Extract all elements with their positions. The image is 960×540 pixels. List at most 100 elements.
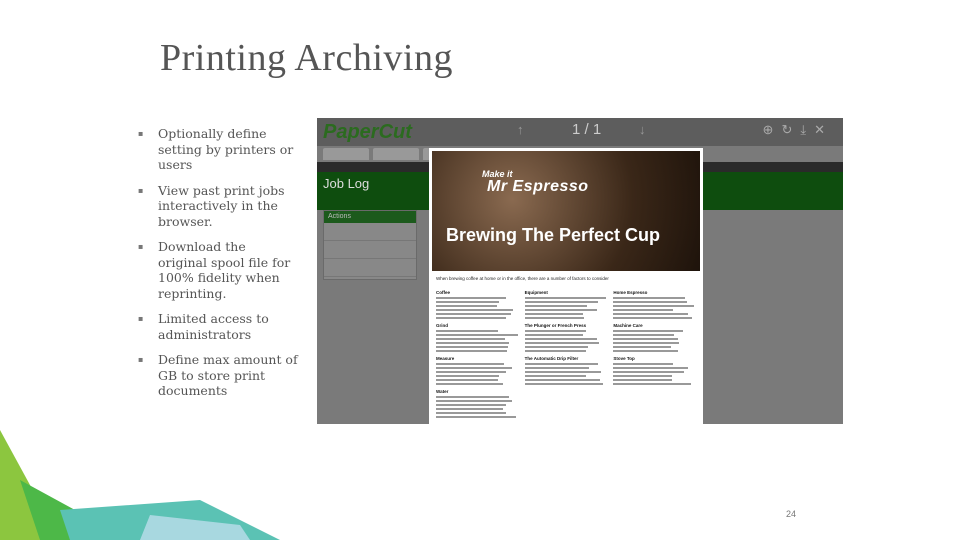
text-line (613, 350, 678, 352)
text-line (436, 346, 508, 348)
text-line (525, 379, 600, 381)
text-line (525, 297, 606, 299)
text-line (525, 346, 588, 348)
section-heading: Stove Top (613, 356, 696, 361)
section-heading: Equipment (525, 290, 608, 295)
text-line (436, 379, 498, 381)
slide-title: Printing Archiving (160, 36, 453, 80)
text-line (525, 330, 586, 332)
text-line (436, 404, 506, 406)
document-columns: Coffee Grind Measure Water Equipment The Plun… (432, 286, 700, 418)
viewer-toolbar: PaperCut ↑ 1 / 1 ↓ ⊕↻⤓✕ (317, 118, 843, 146)
bullet-item: Optionally define setting by printers or… (138, 126, 298, 173)
actions-header: Actions (324, 211, 416, 223)
headline: Brewing The Perfect Cup (446, 225, 660, 245)
text-line (436, 400, 512, 402)
text-line (436, 371, 506, 373)
text-line (436, 367, 512, 369)
text-line (436, 309, 513, 311)
bullet-item: Limited access to administrators (138, 311, 298, 342)
text-line (613, 379, 671, 381)
text-line (436, 416, 516, 418)
text-line (613, 383, 691, 385)
bullet-item: View past print jobs interactively in th… (138, 183, 298, 230)
doc-column: Coffee Grind Measure Water (436, 286, 519, 418)
text-line (613, 363, 672, 365)
text-line (525, 375, 586, 377)
brand-name: Mr Espresso (487, 178, 589, 196)
section-heading: Water (436, 389, 519, 394)
text-line (613, 330, 682, 332)
text-line (436, 301, 499, 303)
section-heading: Coffee (436, 290, 519, 295)
text-line (613, 371, 683, 373)
papercut-screenshot: PaperCut ↑ 1 / 1 ↓ ⊕↻⤓✕ Job Log Actions … (317, 118, 843, 424)
text-line (525, 371, 601, 373)
download-icon[interactable]: ⤓ (800, 122, 814, 137)
text-line (613, 342, 679, 344)
text-line (436, 338, 505, 340)
text-line (613, 301, 686, 303)
text-line (436, 363, 504, 365)
action-item[interactable] (324, 223, 416, 241)
text-line (436, 412, 506, 414)
text-line (613, 338, 678, 340)
section-heading: Home Espresso (613, 290, 696, 295)
text-line (525, 342, 599, 344)
text-line (525, 301, 599, 303)
text-line (613, 305, 694, 307)
text-line (525, 338, 597, 340)
section-heading: The Automatic Drip Filter (525, 356, 608, 361)
text-line (436, 317, 506, 319)
document-preview: Make it Mr Espresso Brewing The Perfect … (429, 148, 703, 424)
section-heading: The Plunger or French Press (525, 323, 608, 328)
text-line (525, 309, 598, 311)
text-line (436, 383, 503, 385)
doc-column: Equipment The Plunger or French Press The … (525, 286, 608, 418)
arrow-up-icon[interactable]: ↑ (517, 122, 524, 137)
text-line (525, 313, 583, 315)
rotate-icon[interactable]: ↻ (781, 122, 800, 137)
text-line (613, 367, 688, 369)
papercut-logo: PaperCut (323, 121, 412, 144)
text-line (436, 350, 507, 352)
text-line (525, 367, 589, 369)
decorative-shapes (0, 420, 320, 540)
tab[interactable] (373, 148, 419, 160)
text-line (613, 375, 672, 377)
action-item[interactable] (324, 241, 416, 259)
bullet-item: Download the original spool file for 100… (138, 239, 298, 301)
text-line (525, 350, 586, 352)
text-line (613, 317, 691, 319)
text-line (436, 396, 509, 398)
text-line (525, 363, 598, 365)
text-line (613, 313, 688, 315)
bullet-list: Optionally define setting by printers or… (138, 126, 298, 409)
viewer-tools: ⊕↻⤓✕ (763, 122, 833, 138)
tab[interactable] (323, 148, 369, 160)
zoom-icon[interactable]: ⊕ (763, 122, 782, 137)
doc-column: Home Espresso Machine Care Stove Top (613, 286, 696, 418)
arrow-down-icon[interactable]: ↓ (639, 122, 646, 137)
bullet-item: Define max amount of GB to store print d… (138, 352, 298, 399)
text-line (436, 305, 497, 307)
text-line (436, 297, 506, 299)
hero-image: Make it Mr Espresso Brewing The Perfect … (432, 151, 700, 271)
close-icon[interactable]: ✕ (814, 122, 833, 137)
text-line (436, 408, 503, 410)
text-line (613, 309, 673, 311)
text-line (613, 334, 674, 336)
text-line (436, 313, 511, 315)
text-line (613, 346, 671, 348)
page-number: 24 (786, 509, 796, 519)
page-indicator: 1 / 1 (572, 121, 601, 138)
action-item[interactable] (324, 259, 416, 277)
text-line (436, 330, 498, 332)
text-line (436, 342, 509, 344)
intro-text: When brewing coffee at home or in the of… (436, 276, 696, 281)
page-title: Job Log (323, 176, 369, 191)
text-line (525, 383, 603, 385)
text-line (613, 297, 684, 299)
text-line (436, 375, 499, 377)
section-heading: Machine Care (613, 323, 696, 328)
